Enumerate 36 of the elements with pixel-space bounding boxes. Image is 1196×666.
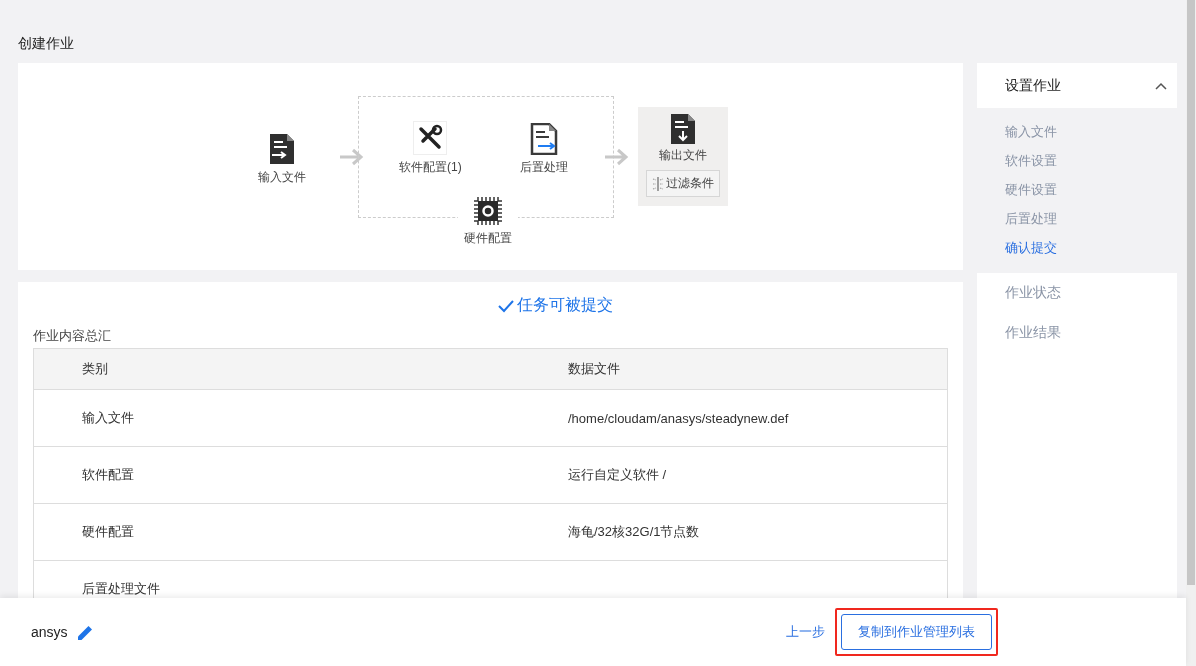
chevron-icon bbox=[1155, 81, 1167, 90]
nav-item[interactable]: 硬件设置 bbox=[1005, 175, 1177, 204]
nav-item[interactable]: 软件设置 bbox=[1005, 146, 1177, 175]
column-header: 类别 bbox=[33, 348, 567, 390]
section-title: 作业内容总汇 bbox=[33, 327, 112, 345]
node-label: 软件配置(1) bbox=[399, 159, 462, 176]
edit-icon[interactable] bbox=[76, 623, 94, 641]
scrollbar[interactable] bbox=[1186, 0, 1196, 666]
column-header: 数据文件 bbox=[567, 348, 948, 390]
filter-icon bbox=[652, 176, 664, 191]
document-icon bbox=[669, 113, 697, 145]
table-cell: /home/cloudam/anasys/steadynew.def bbox=[567, 389, 948, 447]
arrow-icon bbox=[605, 147, 629, 167]
tools-icon bbox=[413, 121, 448, 155]
node-label: 硬件配置 bbox=[464, 230, 512, 247]
copy-button[interactable]: 复制到作业管理列表 bbox=[841, 614, 992, 650]
table-cell: 软件配置 bbox=[33, 446, 567, 504]
nav-item[interactable]: 输入文件 bbox=[1005, 117, 1177, 146]
status-message: 任务可被提交 bbox=[498, 295, 613, 316]
table-cell: 输入文件 bbox=[33, 389, 567, 447]
node-label: 输出文件 bbox=[659, 147, 707, 164]
check-icon bbox=[498, 298, 514, 313]
nav-section[interactable]: 设置作业 bbox=[977, 63, 1177, 108]
back-link[interactable]: 上一步 bbox=[786, 623, 825, 641]
nav-item[interactable]: 确认提交 bbox=[1005, 233, 1177, 262]
table-cell: 硬件配置 bbox=[33, 503, 567, 561]
node-label: 后置处理 bbox=[520, 159, 568, 176]
table-cell: 运行自定义软件 / bbox=[567, 446, 948, 504]
filter-button[interactable]: 过滤条件 bbox=[646, 170, 720, 197]
job-name: ansys bbox=[31, 624, 68, 640]
document-icon bbox=[268, 133, 296, 165]
document-icon bbox=[530, 123, 558, 155]
node-label: 输入文件 bbox=[258, 169, 306, 186]
table-cell: 海龟/32核32G/1节点数 bbox=[567, 503, 948, 561]
nav-item[interactable]: 后置处理 bbox=[1005, 204, 1177, 233]
page-title: 创建作业 bbox=[18, 35, 74, 53]
